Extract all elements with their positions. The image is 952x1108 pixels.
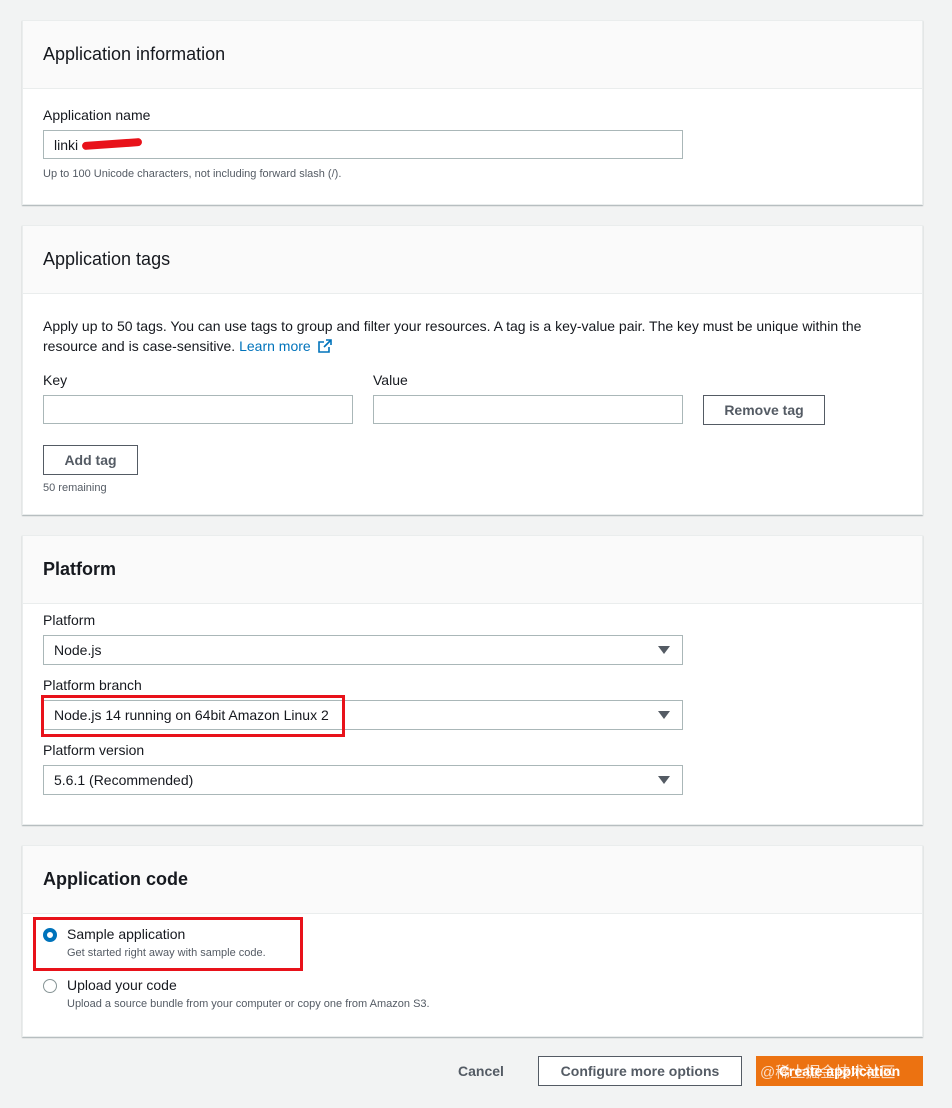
learn-more-label: Learn more	[239, 338, 311, 354]
redaction-scribble	[81, 137, 143, 151]
application-name-hint: Up to 100 Unicode characters, not includ…	[43, 168, 342, 180]
upload-code-option[interactable]: Upload your code Upload a source bundle …	[43, 977, 543, 1017]
application-information-panel: Application information Application name…	[22, 20, 923, 205]
panel-title: Application tags	[43, 249, 171, 269]
highlight-box	[41, 695, 345, 737]
application-name-label: Application name	[43, 107, 151, 123]
caret-down-icon	[658, 711, 670, 719]
panel-title: Application code	[43, 869, 189, 889]
option-label: Upload your code	[67, 977, 177, 993]
option-description: Upload a source bundle from your compute…	[67, 998, 430, 1010]
panel-title: Platform	[43, 559, 117, 579]
panel-header: Application information	[23, 21, 922, 89]
application-name-input[interactable]: linki	[43, 130, 683, 159]
upload-code-radio[interactable]	[43, 979, 57, 993]
remove-tag-button[interactable]: Remove tag	[703, 395, 825, 425]
key-label: Key	[43, 372, 68, 388]
platform-select[interactable]: Node.js	[43, 635, 683, 665]
platform-version-selected-value: 5.6.1 (Recommended)	[54, 772, 194, 788]
external-link-icon	[317, 339, 332, 353]
application-name-value: linki	[54, 136, 79, 153]
application-tags-panel: Application tags Apply up to 50 tags. Yo…	[22, 225, 923, 515]
panel-title: Application information	[43, 44, 226, 64]
tag-key-input[interactable]	[43, 395, 353, 424]
caret-down-icon	[658, 646, 670, 654]
add-tag-button[interactable]: Add tag	[43, 445, 138, 475]
caret-down-icon	[658, 776, 670, 784]
application-code-panel: Application code Sample application Get …	[22, 845, 923, 1037]
platform-panel: Platform Platform Node.js Platform branc…	[22, 535, 923, 825]
platform-version-label: Platform version	[43, 742, 145, 758]
panel-header: Application tags	[23, 226, 922, 294]
value-label: Value	[373, 372, 408, 388]
panel-header: Application code	[23, 846, 922, 914]
platform-selected-value: Node.js	[54, 642, 102, 658]
learn-more-link[interactable]: Learn more	[239, 338, 332, 354]
platform-version-select[interactable]: 5.6.1 (Recommended)	[43, 765, 683, 795]
panel-header: Platform	[23, 536, 922, 604]
platform-branch-label: Platform branch	[43, 677, 142, 693]
cancel-button[interactable]: Cancel	[440, 1056, 522, 1086]
configure-more-options-button[interactable]: Configure more options	[538, 1056, 742, 1086]
tags-description-text: Apply up to 50 tags. You can use tags to…	[43, 318, 862, 354]
platform-label: Platform	[43, 612, 96, 628]
tags-description: Apply up to 50 tags. You can use tags to…	[43, 316, 893, 356]
tag-value-input[interactable]	[373, 395, 683, 424]
watermark: @稀土掘金技术社区	[760, 1064, 896, 1081]
tags-remaining: 50 remaining	[43, 482, 107, 494]
highlight-box	[33, 917, 303, 971]
